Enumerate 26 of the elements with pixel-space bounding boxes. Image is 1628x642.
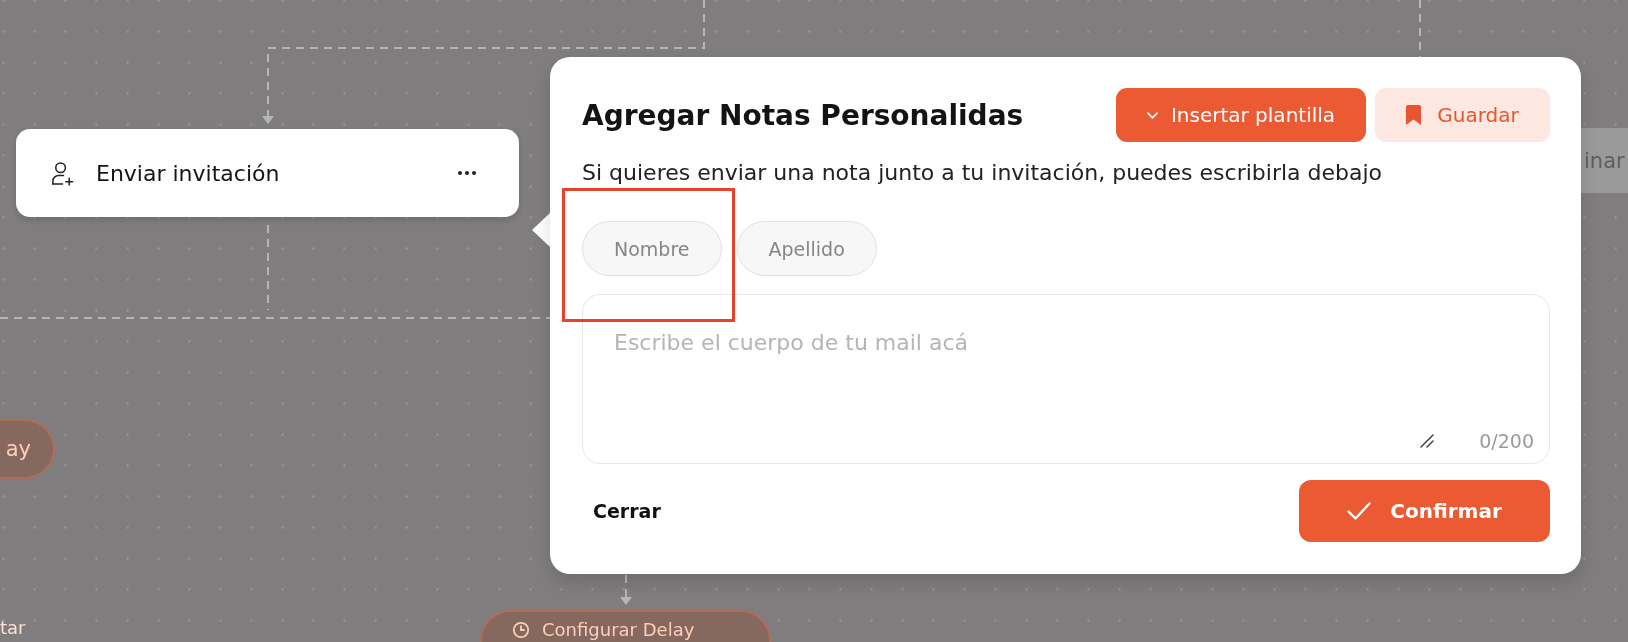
delay-node[interactable]: ay bbox=[0, 419, 55, 479]
delay-node[interactable]: Configurar Delay bbox=[480, 610, 771, 642]
flow-node-card[interactable]: Enviar invitación bbox=[16, 129, 519, 217]
dialog-title: Agregar Notas Personalidas bbox=[582, 98, 1024, 132]
bookmark-icon bbox=[1406, 105, 1422, 125]
node-caption: tar bbox=[0, 617, 27, 640]
variable-chip[interactable]: Nombre bbox=[582, 221, 722, 276]
character-counter: 0/200 bbox=[1479, 430, 1534, 452]
clock-icon bbox=[512, 621, 530, 639]
chevron-down-icon bbox=[1146, 111, 1158, 119]
node-label: Enviar invitación bbox=[96, 160, 280, 186]
dialog-description: Si quieres enviar una nota junto a tu invitación, puedes escribirla debajo bbox=[582, 160, 1384, 186]
template-dropdown-button[interactable]: Insertar plantilla bbox=[1116, 88, 1366, 142]
close-button[interactable]: Cerrar bbox=[593, 500, 661, 522]
node-action-button[interactable]: inar bbox=[1581, 128, 1628, 193]
confirm-button[interactable]: Confirmar bbox=[1299, 480, 1550, 542]
node-label: Configurar Delay bbox=[542, 619, 695, 641]
variable-chip[interactable]: Apellido bbox=[736, 221, 877, 276]
resize-grip-icon[interactable] bbox=[1420, 434, 1436, 448]
save-button[interactable]: Guardar bbox=[1375, 88, 1550, 142]
check-icon bbox=[1347, 502, 1372, 520]
connector-arrow bbox=[620, 574, 632, 605]
node-label: ay bbox=[5, 438, 31, 460]
user-plus-icon bbox=[50, 160, 75, 186]
connector-line bbox=[1419, 0, 1421, 58]
more-icon[interactable] bbox=[458, 171, 476, 175]
